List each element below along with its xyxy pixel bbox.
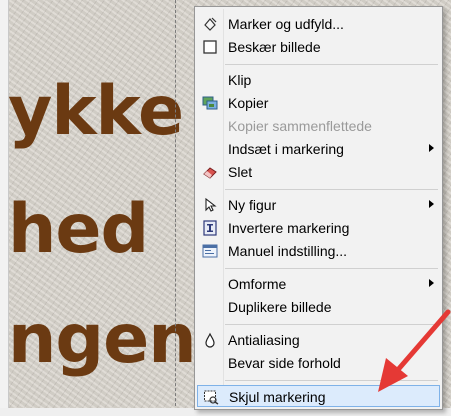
canvas-text-line-2: hed [8,190,149,269]
invert-selection-icon [202,220,218,236]
menu-item-marker-og-udfyld[interactable]: Marker og udfyld... [197,13,440,35]
eraser-icon [202,164,218,180]
menu-item-skjul-markering[interactable]: Skjul markering [197,385,440,407]
menu-item-bevar-side-forhold[interactable]: Bevar side forhold [197,352,440,374]
menu-item-label: Duplikere billede [228,299,332,315]
menu-separator [225,268,438,269]
menu-item-label: Skjul markering [229,389,326,405]
menu-item-label: Manuel indstilling... [228,243,348,259]
menu-item-label: Klip [228,72,252,88]
submenu-arrow-icon [429,200,434,208]
context-menu: Marker og udfyld... Beskær billede Klip … [194,6,443,410]
menu-item-antialiasing[interactable]: Antialiasing [197,329,440,351]
menu-item-label: Invertere markering [228,220,350,236]
hide-selection-icon [203,389,219,405]
menu-item-kopier[interactable]: Kopier [197,92,440,114]
menu-item-klip[interactable]: Klip [197,69,440,91]
menu-separator [225,324,438,325]
menu-item-label: Ny figur [228,197,277,213]
menu-item-kopier-sammenflettede[interactable]: Kopier sammenflettede [197,115,440,137]
menu-separator [225,380,438,381]
menu-item-duplikere-billede[interactable]: Duplikere billede [197,296,440,318]
menu-separator [225,189,438,190]
copy-icon [202,95,218,111]
menu-item-invertere-markering[interactable]: Invertere markering [197,217,440,239]
menu-item-indsaet-i-markering[interactable]: Indsæt i markering [197,138,440,160]
menu-item-omforme[interactable]: Omforme [197,273,440,295]
menu-item-label: Antialiasing [228,332,300,348]
menu-item-beskaer-billede[interactable]: Beskær billede [197,36,440,58]
menu-item-label: Kopier sammenflettede [228,118,372,134]
menu-item-ny-figur[interactable]: Ny figur [197,194,440,216]
menu-item-label: Bevar side forhold [228,355,341,371]
menu-item-label: Beskær billede [228,39,321,55]
menu-item-label: Omforme [228,276,287,292]
menu-item-slet[interactable]: Slet [197,161,440,183]
menu-separator [225,64,438,65]
fill-select-icon [202,16,218,32]
drop-icon [202,332,218,348]
menu-item-label: Slet [228,164,253,180]
menu-item-label: Marker og udfyld... [228,16,344,32]
selection-marquee-edge [175,0,176,416]
menu-item-label: Indsæt i markering [228,141,344,157]
menu-item-manuel-indstilling[interactable]: Manuel indstilling... [197,240,440,262]
canvas-text-line-3: ngen [8,300,197,379]
canvas-text-line-1: ykke [8,72,184,151]
pointer-icon [202,197,218,213]
submenu-arrow-icon [429,144,434,152]
submenu-arrow-icon [429,279,434,287]
manual-settings-icon [202,243,218,259]
menu-item-label: Kopier [228,95,269,111]
crop-icon [202,39,218,55]
